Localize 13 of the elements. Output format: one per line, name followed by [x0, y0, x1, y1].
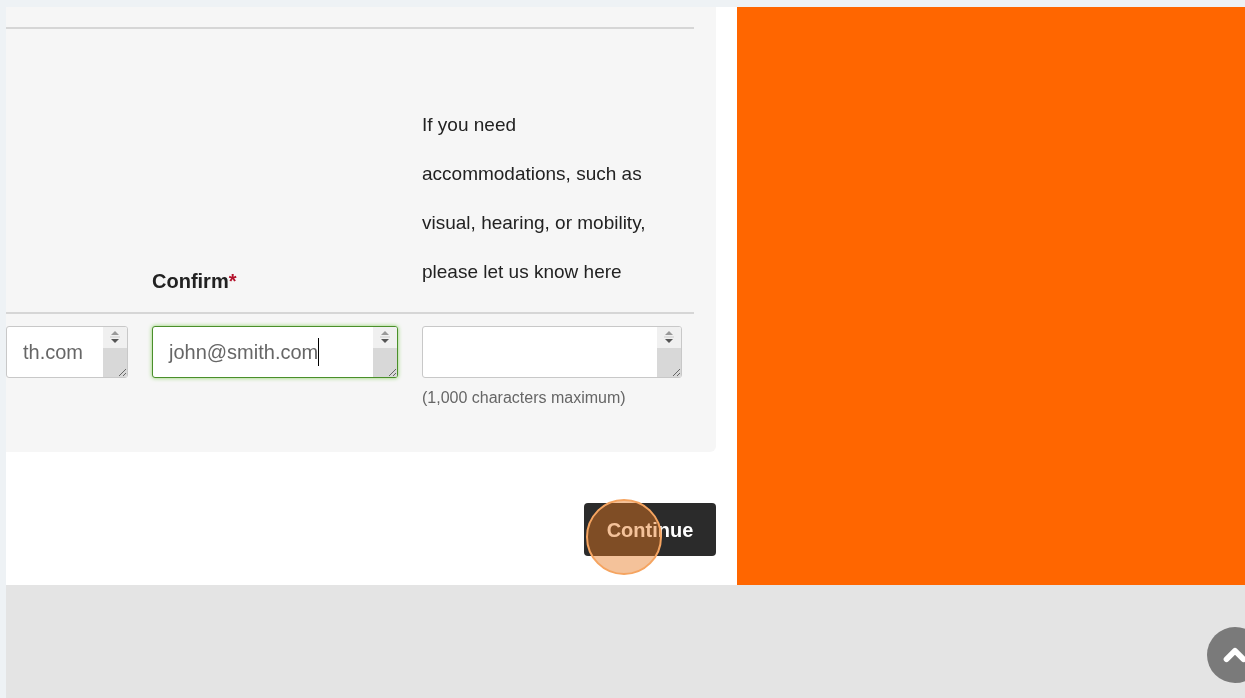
spinner-arrows-icon[interactable]: [380, 330, 390, 344]
character-limit-note: (1,000 characters maximum): [422, 388, 627, 408]
text-area[interactable]: th.com: [6, 326, 128, 378]
resize-handle-icon[interactable]: [671, 367, 681, 377]
field-value: th.com: [23, 340, 84, 365]
spinner-arrows-icon[interactable]: [110, 330, 120, 344]
field-label: Confirm*: [152, 270, 237, 292]
spinner-arrows-icon[interactable]: [664, 330, 674, 344]
field-label: If you need accommodations, such as visual, hearing, or mobility, please let us know here: [422, 113, 647, 284]
text-area[interactable]: john@smith.com: [152, 326, 398, 378]
resize-handle-icon[interactable]: [387, 367, 397, 377]
field-value: john@smith.com: [169, 340, 319, 365]
resize-handle-icon[interactable]: [117, 367, 127, 377]
